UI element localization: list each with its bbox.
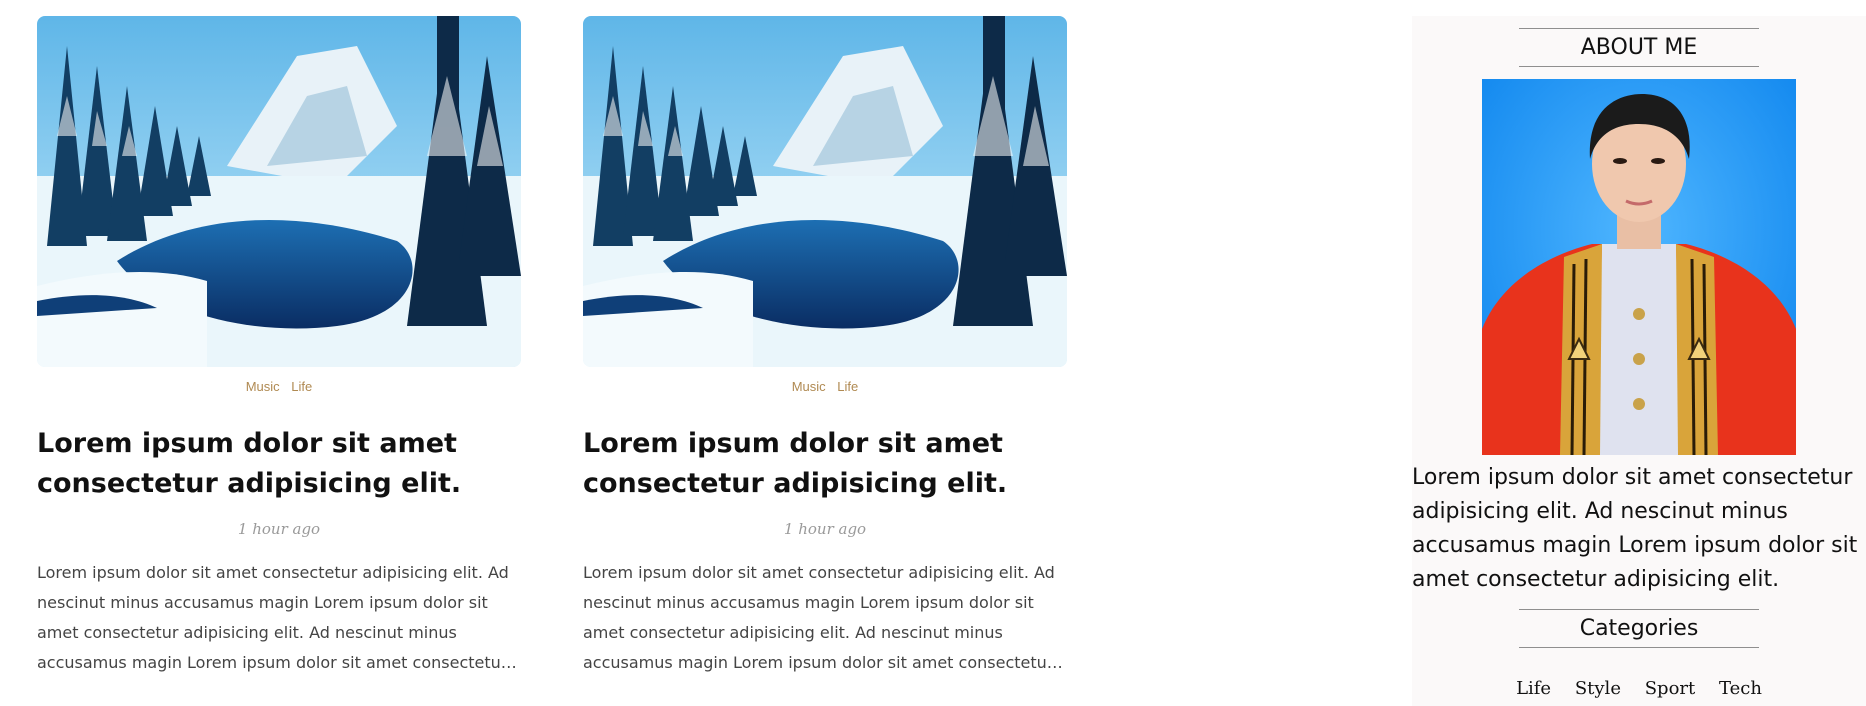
- post-title[interactable]: Lorem ipsum dolor sit amet consectetur a…: [37, 424, 521, 504]
- post-card: Music Life Lorem ipsum dolor sit amet co…: [37, 16, 521, 678]
- post-image[interactable]: [37, 16, 521, 367]
- categories-heading: Categories: [1519, 609, 1759, 648]
- post-tags: Music Life: [583, 379, 1067, 397]
- tag-link[interactable]: Life: [291, 379, 312, 394]
- winter-landscape-image: [37, 16, 521, 367]
- winter-landscape-image: [583, 16, 1067, 367]
- post-time: 1 hour ago: [783, 520, 867, 538]
- post-excerpt: Lorem ipsum dolor sit amet consectetur a…: [37, 563, 509, 672]
- about-text: Lorem ipsum dolor sit amet consectetur a…: [1412, 465, 1858, 592]
- category-link-sport[interactable]: Sport: [1645, 678, 1696, 699]
- category-link-style[interactable]: Style: [1575, 678, 1621, 699]
- post-image[interactable]: [583, 16, 1067, 367]
- page: Music Life Lorem ipsum dolor sit amet co…: [0, 0, 1866, 706]
- portrait-image: [1482, 79, 1796, 455]
- post-tags: Music Life: [37, 379, 521, 397]
- tag-link[interactable]: Music: [246, 379, 280, 394]
- post-excerpt: Lorem ipsum dolor sit amet consectetur a…: [583, 563, 1055, 672]
- category-link-tech[interactable]: Tech: [1719, 678, 1762, 699]
- category-list: Life Style Sport Tech: [1412, 678, 1866, 699]
- tag-link[interactable]: Life: [837, 379, 858, 394]
- post-card: Music Life Lorem ipsum dolor sit amet co…: [583, 16, 1067, 678]
- tag-link[interactable]: Music: [792, 379, 826, 394]
- post-time: 1 hour ago: [237, 520, 321, 538]
- category-link-life[interactable]: Life: [1516, 678, 1551, 699]
- sidebar: ABOUT ME Lorem ipsum dolor sit amet cons…: [1412, 16, 1866, 706]
- post-title[interactable]: Lorem ipsum dolor sit amet consectetur a…: [583, 424, 1067, 504]
- profile-photo: [1482, 79, 1796, 455]
- about-heading: ABOUT ME: [1519, 28, 1759, 67]
